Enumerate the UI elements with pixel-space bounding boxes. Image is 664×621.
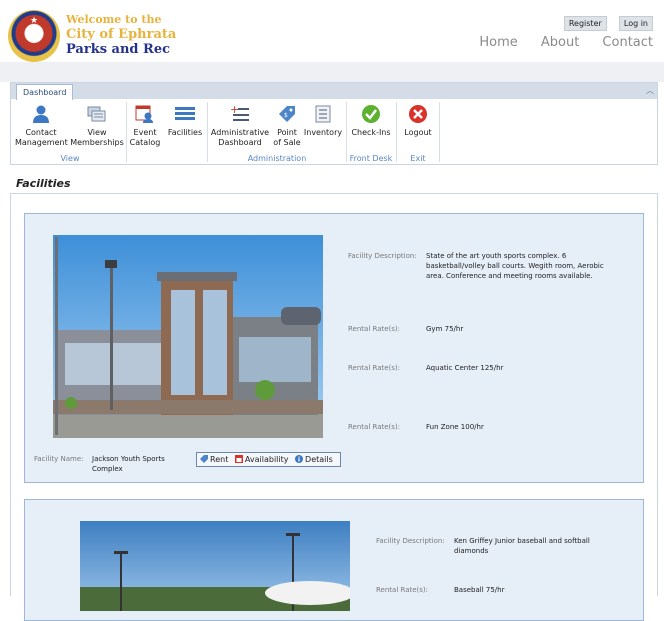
facilities-list: Facility Description: State of the art y… [10,193,658,621]
facility-photo[interactable] [53,235,323,438]
price-tag-icon: $ [279,106,295,122]
svg-text:$: $ [284,112,288,119]
facility-description-label: Facility Description: [376,537,445,545]
facility-name: Jackson Youth Sports Complex [92,455,165,473]
nav-home[interactable]: Home [479,35,517,50]
memberships-icon [87,106,106,122]
tab-dashboard[interactable]: Dashboard [16,84,74,100]
facilities-label: Facilities [167,128,203,137]
inventory-icon [315,105,331,123]
view-memberships-button[interactable]: View Memberships [69,104,125,148]
ribbon-separator [396,102,397,162]
rental-rate-value: Fun Zone 100/hr [426,423,484,431]
facility-description: Ken Griffey Junior baseball and softball… [454,537,590,555]
calendar-icon [234,455,243,463]
main-nav: Home About Contact [461,31,653,50]
group-label-front-desk: Front Desk [349,154,393,163]
facility-card: Facility Description: State of the art y… [24,213,644,483]
rent-label: Rent [210,455,229,464]
ribbon-tabbar: Dashboard ︿ [11,83,657,100]
checkmark-icon [362,105,380,123]
account-links: Register Log in [557,11,653,31]
admin-dashboard-icon: + [230,104,249,121]
header-divider [0,62,664,82]
facility-actions: Rent Availability Details [196,452,341,467]
city-seal-logo[interactable]: ★ [8,10,60,62]
info-icon [295,455,304,463]
check-ins-button[interactable]: Check-Ins [349,104,393,138]
sports-complex-image [53,235,323,438]
rental-rate-label: Rental Rate(s): [376,586,429,594]
rental-rate-value: Gym 75/hr [426,325,464,333]
details-label: Details [305,455,333,464]
site-logo-text[interactable]: Welcome to the City of Ephrata Parks and… [66,12,176,57]
facility-description-label: Facility Description: [348,252,417,260]
logo-line-1: Welcome to the [66,13,162,26]
rent-action[interactable]: Rent [200,455,228,464]
view-memberships-label: View Memberships [70,128,124,147]
rental-rate-value: Baseball 75/hr [454,586,505,594]
ribbon-separator [439,102,440,162]
contact-management-label: Contact Management [15,128,68,147]
dashboard-ribbon: Dashboard ︿ Contact Management View Memb… [10,82,658,165]
event-catalog-button[interactable]: Event Catalog [128,104,162,148]
close-icon [409,105,427,123]
point-of-sale-label: Point of Sale [273,128,301,147]
point-of-sale-button[interactable]: $ Point of Sale [272,104,302,148]
logout-label: Logout [404,128,432,137]
group-label-view: View [60,154,80,163]
ribbon-separator [207,102,208,162]
rental-rate-value: Aquatic Center 125/hr [426,364,504,372]
facility-name-label: Facility Name: [34,455,84,463]
inventory-button[interactable]: Inventory [303,104,343,138]
rental-rate-label: Rental Rate(s): [348,364,401,372]
ribbon-separator [346,102,347,162]
contact-management-button[interactable]: Contact Management [15,104,68,148]
login-link[interactable]: Log in [618,16,653,31]
facility-card: Facility Description: Ken Griffey Junior… [24,499,644,621]
availability-action[interactable]: Availability [234,455,289,464]
logo-line-3: Parks and Rec [66,42,171,57]
register-link[interactable]: Register [563,16,607,31]
facility-description: State of the art youth sports complex. 6… [426,252,604,280]
details-action[interactable]: Details [295,455,333,464]
administrative-dashboard-button[interactable]: + Administrative Dashboard [210,104,270,148]
logo-line-2: City of Ephrata [66,27,177,42]
ribbon-separator [126,102,127,162]
facilities-button[interactable]: Facilities [166,104,204,138]
check-ins-label: Check-Ins [351,128,391,137]
group-label-exit: Exit [410,154,426,163]
group-label-administration: Administration [247,154,307,163]
nav-about[interactable]: About [541,35,579,50]
administrative-dashboard-label: Administrative Dashboard [210,128,270,147]
tag-icon [200,455,208,463]
page-title: Facilities [16,177,71,190]
facility-photo[interactable] [80,521,350,611]
rental-rate-label: Rental Rate(s): [348,325,401,333]
nav-contact[interactable]: Contact [602,35,653,50]
ribbon-collapse-icon[interactable]: ︿ [646,85,654,96]
inventory-label: Inventory [303,128,343,137]
baseball-diamond-image [80,521,350,611]
facilities-list-icon [175,107,195,120]
logout-button[interactable]: Logout [399,104,437,138]
event-catalog-label: Event Catalog [129,128,161,147]
person-icon [33,105,49,123]
event-catalog-icon [135,105,153,123]
rental-rate-label: Rental Rate(s): [348,423,401,431]
availability-label: Availability [244,455,289,464]
